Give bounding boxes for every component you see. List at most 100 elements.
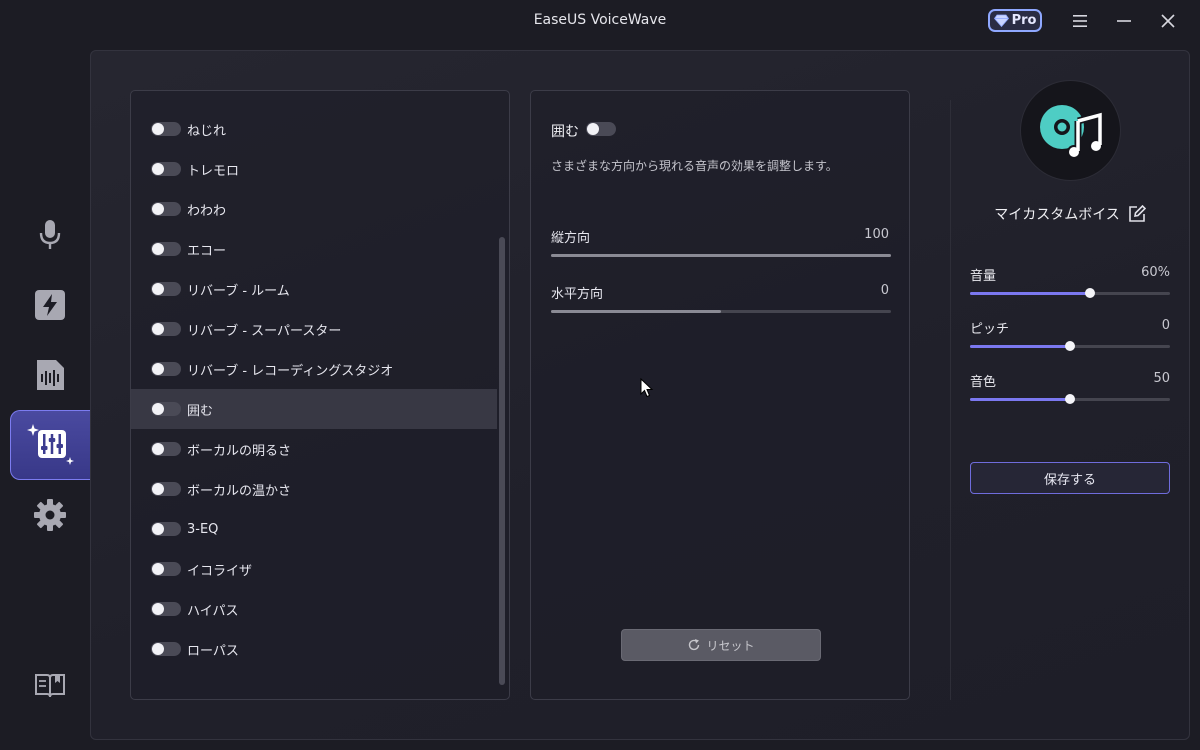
panel-divider [950,100,951,700]
reset-label: リセット [706,638,755,653]
close-button[interactable] [1157,10,1179,32]
detail-description: さまざまな方向から現れる音声の効果を調整します。 [551,159,838,173]
timbre-slider-knob[interactable] [1065,394,1075,404]
effect-toggle[interactable] [151,522,181,536]
effect-item[interactable]: ローパス [131,629,497,669]
effect-toggle[interactable] [151,322,181,336]
effect-label: ボーカルの温かさ [187,483,292,499]
sidebar-item-settings[interactable] [10,480,90,550]
detail-title: 囲む [551,124,579,140]
horizontal-slider-fill [551,310,721,313]
effect-item[interactable]: ボーカルの明るさ [131,429,497,469]
save-label: 保存する [1043,472,1096,488]
effect-toggle[interactable] [151,362,181,376]
effect-label: トレモロ [187,163,240,179]
effect-label: わわわ [187,203,227,219]
audio-file-icon [37,360,64,390]
sidebar-item-effects[interactable] [10,410,90,480]
effect-item[interactable]: ねじれ [131,109,497,149]
voice-avatar[interactable] [1020,80,1121,181]
param-value-vertical: 100 [864,227,889,242]
effect-item[interactable]: トレモロ [131,149,497,189]
detail-enable-toggle[interactable] [586,122,616,136]
effect-label: リバーブ - スーパースター [187,323,342,339]
sidebar-item-quick[interactable] [10,270,90,340]
effect-label: ハイパス [187,603,239,619]
menu-button[interactable] [1069,10,1091,32]
microphone-icon [39,220,61,249]
sidebar [0,42,90,750]
effect-toggle[interactable] [151,562,181,576]
pro-badge[interactable]: Pro [988,9,1042,32]
effect-label: エコー [187,243,227,259]
equalizer-sparkle-icon [26,424,74,465]
effect-toggle[interactable] [151,402,181,416]
effect-label: ボーカルの明るさ [187,443,292,459]
voice-name: マイカスタムボイス [994,207,1120,223]
effect-item[interactable]: 3-EQ [131,509,497,549]
effect-toggle[interactable] [151,122,181,136]
effect-item-selected[interactable]: 囲む [131,389,497,429]
minimize-button[interactable] [1113,10,1135,32]
param-label-vertical: 縦方向 [551,231,591,246]
effect-toggle[interactable] [151,242,181,256]
param-label-horizontal: 水平方向 [551,287,604,302]
effect-toggle[interactable] [151,482,181,496]
vertical-slider[interactable] [551,254,891,257]
effect-label: リバーブ - レコーディングスタジオ [187,363,394,379]
effect-toggle[interactable] [151,642,181,656]
effect-item[interactable]: リバーブ - レコーディングスタジオ [131,349,497,389]
effects-scrollbar[interactable] [499,237,505,685]
effect-label: ねじれ [187,123,227,139]
sidebar-item-microphone[interactable] [10,200,90,270]
voice-name-row: マイカスタムボイス [950,204,1190,224]
volume-value: 60% [1141,265,1170,280]
param-value-horizontal: 0 [880,283,889,298]
timbre-value: 50 [1153,371,1170,386]
volume-slider-fill [970,292,1090,295]
effect-item[interactable]: リバーブ - ルーム [131,269,497,309]
sidebar-item-guide[interactable] [10,650,90,720]
gear-icon [34,499,66,531]
title-bar: EaseUS VoiceWave Pro [0,0,1200,42]
pitch-slider-knob[interactable] [1065,341,1075,351]
save-button[interactable]: 保存する [970,462,1170,494]
effect-detail-panel: 囲む さまざまな方向から現れる音声の効果を調整します。 縦方向 100 水平方向… [530,90,910,700]
pitch-slider[interactable] [970,341,1170,351]
reset-button[interactable]: リセット [621,629,821,661]
timbre-slider[interactable] [970,394,1170,404]
effect-label: リバーブ - ルーム [187,283,290,299]
sidebar-item-soundboard[interactable] [10,340,90,410]
pitch-label: ピッチ [970,322,1010,337]
book-icon [35,674,65,698]
effect-item[interactable]: リバーブ - スーパースター [131,309,497,349]
volume-slider-knob[interactable] [1085,288,1095,298]
reset-icon [689,639,700,651]
effect-item[interactable]: ハイパス [131,589,497,629]
effect-toggle[interactable] [151,202,181,216]
effect-item[interactable]: ボーカルの温かさ [131,469,497,509]
lightning-icon [35,290,65,320]
timbre-label: 音色 [970,375,997,390]
music-disc-icon [1039,104,1103,159]
effect-label: イコライザ [187,563,253,579]
diamond-icon [993,14,1009,27]
effect-label: 3-EQ [187,521,219,537]
effect-item[interactable]: わわわ [131,189,497,229]
effect-toggle[interactable] [151,282,181,296]
effect-item[interactable]: イコライザ [131,549,497,589]
volume-label: 音量 [970,269,997,284]
minimize-icon [1117,20,1131,22]
hamburger-icon [1073,15,1087,27]
effect-toggle[interactable] [151,442,181,456]
effect-item[interactable]: エコー [131,229,497,269]
vertical-slider-fill [551,254,891,257]
volume-slider[interactable] [970,288,1170,298]
effect-label: ローパス [187,643,239,659]
pitch-slider-fill [970,345,1070,348]
effect-toggle[interactable] [151,602,181,616]
close-icon [1161,14,1175,28]
effect-toggle[interactable] [151,162,181,176]
edit-icon[interactable] [1128,205,1146,223]
horizontal-slider[interactable] [551,310,891,313]
